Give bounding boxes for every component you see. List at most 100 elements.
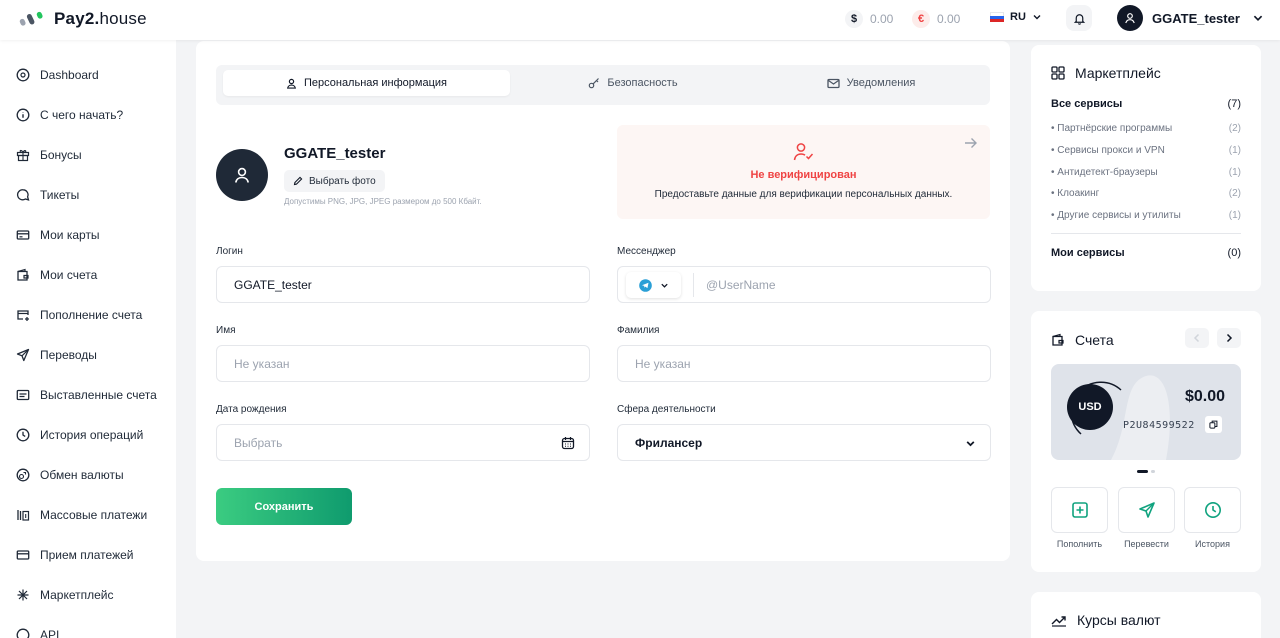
prev-account-button[interactable] [1185, 328, 1209, 348]
sidebar-item-topup[interactable]: Пополнение счета [16, 305, 142, 325]
receive-icon [16, 550, 30, 560]
trend-icon [1051, 616, 1066, 627]
service-item[interactable]: • Партнёрские программы (2) [1051, 123, 1241, 134]
messenger-field: @UserName [617, 266, 991, 303]
birth-date-placeholder: Выбрать [234, 435, 283, 450]
rates-card: Курсы валют [1031, 592, 1261, 638]
service-label: • Антидетект-браузеры [1051, 167, 1158, 178]
sidebar-item-label: Выставленные счета [40, 388, 157, 402]
messenger-type-select[interactable] [626, 272, 681, 298]
activity-label: Сфера деятельности [617, 404, 716, 415]
my-services-link[interactable]: Мои сервисы (0) [1051, 247, 1241, 259]
last-name-input[interactable]: Не указан [617, 345, 991, 382]
verification-banner[interactable]: Не верифицирован Предоставьте данные для… [617, 125, 990, 219]
bell-icon [1073, 13, 1085, 25]
service-item[interactable]: • Антидетект-браузеры (1) [1051, 167, 1241, 178]
sidebar-item-marketplace[interactable]: Маркетплейс [16, 585, 114, 605]
tab-label: Персональная информация [303, 77, 448, 89]
transfer-button[interactable] [1118, 487, 1175, 533]
choose-photo-button[interactable]: Выбрать фото [284, 170, 385, 192]
service-count: (1) [1228, 145, 1241, 156]
marketplace-header: Маркетплейс [1051, 65, 1161, 81]
notifications-button[interactable] [1066, 5, 1092, 31]
divider [1051, 233, 1241, 234]
activity-select[interactable]: Фрилансер [617, 424, 991, 461]
telegram-icon [638, 278, 652, 292]
rates-title: Курсы валют [1077, 612, 1161, 628]
verification-title: Не верифицирован [750, 169, 857, 181]
chevron-right-icon [1226, 333, 1233, 343]
sidebar-item-invoices[interactable]: Выставленные счета [16, 385, 157, 405]
top-bar: Pay2.house $ 0.00 € 0.00 RU GGATE_tester [0, 0, 1280, 40]
logo-icon [19, 11, 43, 26]
chat-icon [16, 189, 30, 201]
first-name-input[interactable]: Не указан [216, 345, 590, 382]
service-label: • Другие сервисы и утилиты [1051, 210, 1181, 221]
carousel-dot-active[interactable] [1137, 470, 1148, 473]
login-label: Логин [216, 246, 243, 257]
account-card[interactable]: USD $0.00 P2U84599522 [1051, 364, 1241, 460]
sidebar-item-transfers[interactable]: Переводы [16, 345, 97, 365]
sidebar-item-label: API [40, 628, 60, 638]
sidebar-item-tickets[interactable]: Тикеты [16, 185, 79, 205]
arrow-right-icon[interactable] [964, 137, 978, 149]
tab-personal-info[interactable]: Персональная информация [223, 70, 510, 96]
carousel-dot[interactable] [1151, 470, 1155, 473]
calendar-icon[interactable] [561, 436, 575, 450]
card-icon [16, 230, 30, 240]
transfer-label: Перевести [1124, 539, 1169, 549]
sidebar-item-history[interactable]: История операций [16, 425, 143, 445]
service-item[interactable]: • Другие сервисы и утилиты (1) [1051, 210, 1241, 221]
tab-notifications[interactable]: Уведомления [756, 70, 986, 96]
save-button[interactable]: Сохранить [216, 488, 352, 525]
clock-icon [16, 428, 30, 442]
profile-avatar[interactable] [216, 149, 268, 201]
copy-button[interactable] [1205, 416, 1222, 433]
tab-label: Уведомления [846, 77, 916, 89]
sidebar-item-mass-payments[interactable]: Массовые платежи [16, 505, 147, 525]
sidebar-item-getting-started[interactable]: С чего начать? [16, 105, 123, 125]
service-item[interactable]: • Клоакинг (2) [1051, 188, 1241, 199]
history-button[interactable] [1184, 487, 1241, 533]
usd-balance[interactable]: $ 0.00 [845, 10, 893, 28]
topup-icon [17, 310, 29, 321]
chevron-down-icon [1033, 15, 1041, 20]
history-label: История [1195, 539, 1230, 549]
tab-security[interactable]: Безопасность [513, 70, 753, 96]
exchange-icon [16, 468, 30, 482]
sidebar-item-label: С чего начать? [40, 108, 124, 122]
clock-icon [1204, 502, 1221, 518]
wallet-icon [17, 268, 29, 281]
sidebar-item-exchange[interactable]: Обмен валюты [16, 465, 124, 485]
logo[interactable]: Pay2.house [18, 9, 147, 29]
topup-label: Пополнить [1056, 539, 1103, 549]
language-selector[interactable]: RU [990, 11, 1042, 23]
sidebar-item-accounts[interactable]: Мои счета [16, 265, 97, 285]
profile-card: Персональная информация Безопасность Уве… [196, 41, 1010, 561]
service-count: (1) [1228, 210, 1241, 221]
service-label: • Партнёрские программы [1051, 123, 1173, 134]
login-input[interactable]: GGATE_tester [216, 266, 590, 303]
profile-tabs: Персональная информация Безопасность Уве… [216, 65, 990, 105]
my-services-count: (0) [1227, 247, 1241, 259]
language-label: RU [1010, 11, 1026, 23]
messenger-input[interactable]: @UserName [706, 278, 776, 292]
eur-balance[interactable]: € 0.00 [912, 10, 960, 28]
sidebar-item-receive-payments[interactable]: Прием платежей [16, 545, 133, 565]
rates-header: Курсы валют [1051, 612, 1161, 628]
gift-icon [16, 149, 30, 162]
user-menu[interactable]: GGATE_tester [1117, 5, 1264, 31]
sidebar-item-api[interactable]: API [16, 625, 59, 638]
sidebar-item-dashboard[interactable]: Dashboard [16, 65, 99, 85]
sidebar-item-cards[interactable]: Мои карты [16, 225, 100, 245]
birth-date-input[interactable]: Выбрать [216, 424, 590, 461]
sidebar-item-bonuses[interactable]: Бонусы [16, 145, 82, 165]
chevron-down-icon [1253, 15, 1263, 21]
sidebar-item-label: Тикеты [40, 188, 80, 202]
all-services-link[interactable]: Все сервисы (7) [1051, 98, 1241, 110]
next-account-button[interactable] [1217, 328, 1241, 348]
topup-button[interactable] [1051, 487, 1108, 533]
service-item[interactable]: • Сервисы прокси и VPN (1) [1051, 145, 1241, 156]
marketplace-title: Маркетплейс [1075, 65, 1161, 81]
euro-icon: € [912, 10, 930, 28]
